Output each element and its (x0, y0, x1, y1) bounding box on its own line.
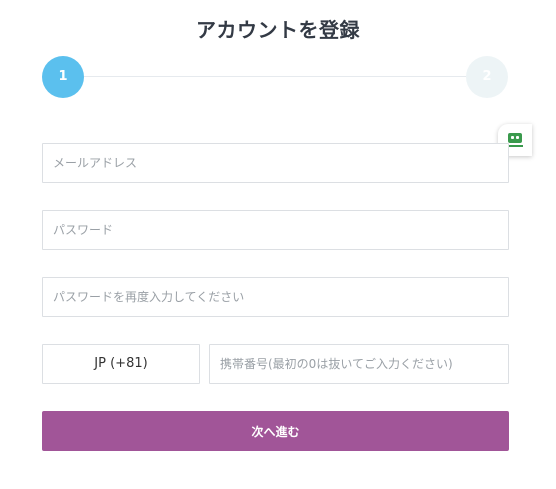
page-title: アカウントを登録 (196, 18, 360, 42)
robot-icon-base (507, 145, 523, 147)
stepper-connector (84, 76, 466, 77)
step-indicator-2: 2 (466, 56, 508, 98)
robot-eye-right (516, 136, 519, 139)
email-input[interactable] (42, 143, 509, 183)
next-button[interactable]: 次へ進む (42, 411, 509, 451)
password-input[interactable] (42, 210, 509, 250)
password-confirm-input[interactable] (42, 277, 509, 317)
phone-input[interactable] (209, 344, 509, 384)
robot-eye-left (511, 136, 514, 139)
country-code-select[interactable]: JP (+81) (42, 344, 200, 384)
robot-icon (508, 133, 522, 143)
step-indicator-1: 1 (42, 56, 84, 98)
